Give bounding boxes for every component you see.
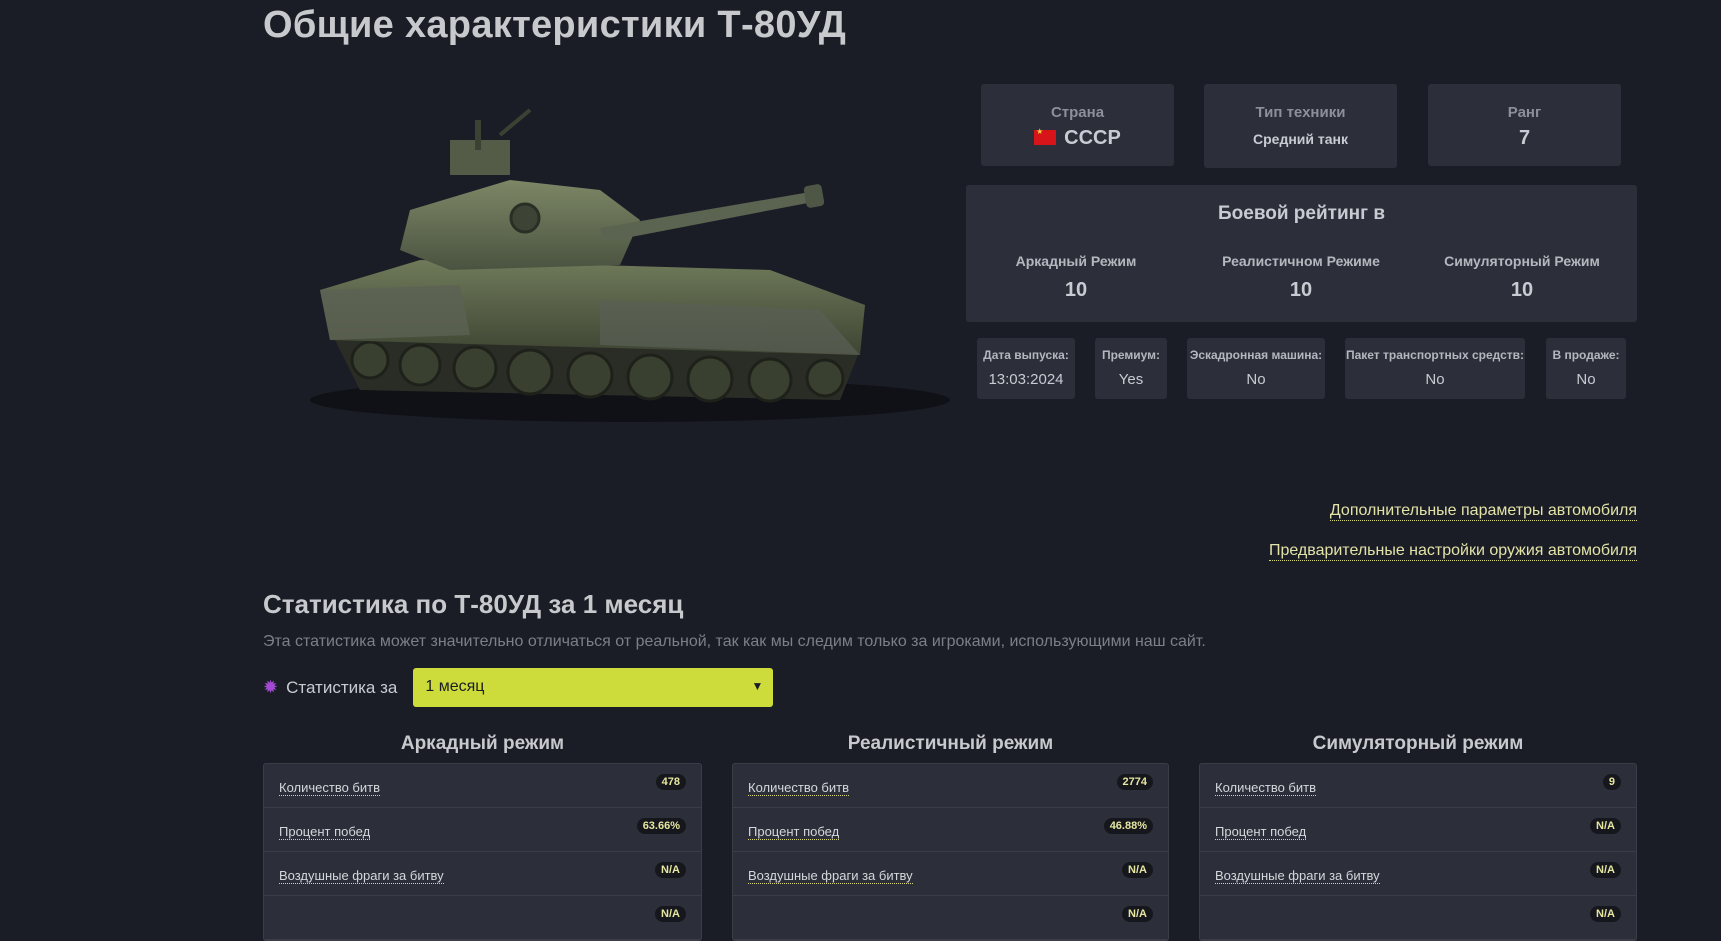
- stat-badge: 478: [655, 774, 686, 790]
- rank-label: Ранг: [1507, 104, 1542, 121]
- on-sale-card: В продаже: No: [1546, 338, 1626, 399]
- table-row: Воздушные фраги за битву N/A: [264, 852, 701, 896]
- tank-image: [300, 100, 950, 450]
- table-row: N/A: [733, 896, 1168, 940]
- stats-description: Эта статистика может значительно отличат…: [263, 633, 1206, 650]
- chevron-down-icon: ▼: [751, 679, 764, 693]
- gear-icon: ✹: [263, 677, 279, 697]
- battle-rating-box: Боевой рейтинг в Аркадный Режим 10 Реали…: [966, 185, 1637, 322]
- table-row: Количество битв 2774: [733, 764, 1168, 808]
- table-row: Количество битв 9: [1200, 764, 1636, 808]
- br-mode-arcade: Аркадный Режим 10: [1015, 253, 1137, 301]
- table-row: N/A: [264, 896, 701, 940]
- extra-params-link[interactable]: Дополнительные параметры автомобиля: [1329, 502, 1637, 521]
- stat-badge: 9: [1602, 774, 1621, 790]
- table-row: Воздушные фраги за битву N/A: [1200, 852, 1636, 896]
- vehicle-type-card: Тип техники Средний танк: [1204, 84, 1397, 168]
- battle-rating-title: Боевой рейтинг в: [1217, 203, 1385, 224]
- realistic-stats-list: Количество битв 2774 Процент побед 46.88…: [732, 763, 1169, 941]
- stat-badge: N/A: [1122, 862, 1153, 878]
- period-select[interactable]: 1 месяц ▼: [413, 668, 774, 707]
- weapon-presets-link[interactable]: Предварительные настройки оружия автомоб…: [1268, 542, 1637, 561]
- squadron-card: Эскадронная машина: No: [1187, 338, 1325, 399]
- vehicle-type-label: Тип техники: [1255, 104, 1346, 121]
- release-date-card: Дата выпуска: 13:03:2024: [977, 338, 1075, 399]
- period-select-value: 1 месяц: [425, 678, 485, 695]
- stat-badge: N/A: [1590, 906, 1621, 922]
- table-row: Процент побед 63.66%: [264, 808, 701, 852]
- vehicle-type-value: Средний танк: [1253, 131, 1348, 147]
- br-mode-simulator: Симуляторный Режим 10: [1444, 253, 1600, 301]
- table-row: N/A: [1200, 896, 1636, 940]
- country-value: СССР: [1064, 127, 1121, 149]
- stat-badge: N/A: [1590, 862, 1621, 878]
- table-row: Процент побед N/A: [1200, 808, 1636, 852]
- arcade-stats-list: Количество битв 478 Процент побед 63.66%…: [263, 763, 702, 941]
- period-row: ✹ Статистика за 1 месяц ▼: [263, 668, 774, 707]
- stat-badge: 63.66%: [636, 818, 686, 834]
- stat-badge: 46.88%: [1103, 818, 1153, 834]
- simulator-stats-list: Количество битв 9 Процент побед N/A Возд…: [1199, 763, 1637, 941]
- br-mode-realistic: Реалистичном Режиме 10: [1222, 253, 1380, 301]
- premium-card: Премиум: Yes: [1095, 338, 1167, 399]
- stats-title: Статистика по Т-80УД за 1 месяц: [263, 589, 684, 619]
- realistic-stats-title: Реалистичный режим: [847, 733, 1054, 754]
- simulator-stats-title: Симуляторный режим: [1312, 733, 1524, 754]
- stat-badge: 2774: [1116, 774, 1153, 790]
- rank-card: Ранг 7: [1428, 84, 1621, 166]
- country-label: Страна: [1050, 104, 1105, 121]
- simulator-stats-column: Симуляторный режим Количество битв 9 Про…: [1199, 730, 1637, 941]
- table-row: Воздушные фраги за битву N/A: [733, 852, 1168, 896]
- stat-badge: N/A: [655, 906, 686, 922]
- realistic-stats-column: Реалистичный режим Количество битв 2774 …: [732, 730, 1169, 941]
- rank-value: 7: [1518, 127, 1531, 149]
- table-row: Процент побед 46.88%: [733, 808, 1168, 852]
- period-label: Статистика за: [286, 677, 398, 697]
- country-card: Страна СССР: [981, 84, 1174, 166]
- stat-badge: N/A: [1122, 906, 1153, 922]
- arcade-stats-column: Аркадный режим Количество битв 478 Проце…: [263, 730, 702, 941]
- ussr-flag-icon: [1034, 127, 1057, 145]
- vehicle-pack-card: Пакет транспортных средств: No: [1345, 338, 1525, 399]
- table-row: Количество битв 478: [264, 764, 701, 808]
- page-title: Общие характеристики Т-80УД: [263, 4, 847, 46]
- arcade-stats-title: Аркадный режим: [400, 733, 565, 754]
- stat-badge: N/A: [1590, 818, 1621, 834]
- stat-badge: N/A: [655, 862, 686, 878]
